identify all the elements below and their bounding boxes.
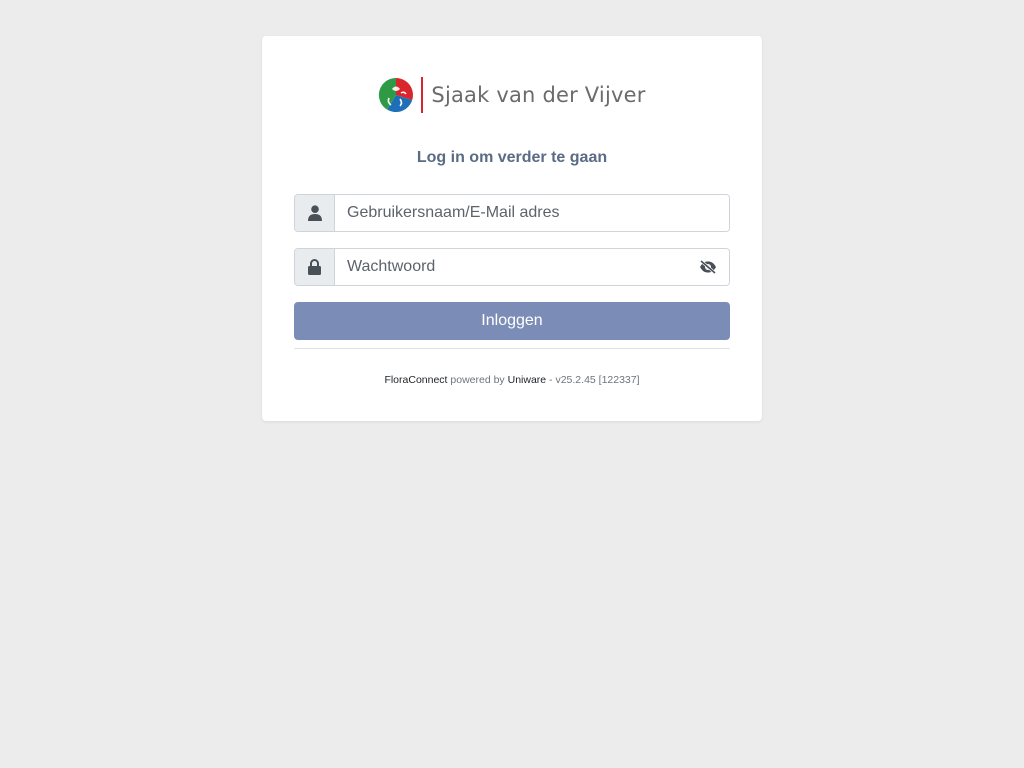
password-field-group xyxy=(294,248,730,286)
login-heading: Log in om verder te gaan xyxy=(416,149,608,166)
eye-slash-icon xyxy=(700,260,716,274)
username-field-group xyxy=(294,194,730,232)
toggle-password-visibility-button[interactable] xyxy=(687,249,729,285)
login-card: Sjaak van der Vijver Log in om verder te… xyxy=(262,36,762,421)
vendor-name: Uniware xyxy=(507,374,547,386)
username-addon xyxy=(295,195,335,231)
login-button[interactable]: Inloggen xyxy=(294,302,730,340)
logo-text: Sjaak van der Vijver xyxy=(431,83,646,107)
company-logo: Sjaak van der Vijver xyxy=(294,76,730,114)
powered-by-text: powered by xyxy=(450,374,505,386)
password-input[interactable] xyxy=(335,249,687,285)
product-name: FloraConnect xyxy=(384,374,448,386)
version-text: - v25.2.45 [122337] xyxy=(549,374,640,386)
divider xyxy=(294,348,730,349)
password-addon xyxy=(295,249,335,285)
username-input[interactable] xyxy=(335,195,729,231)
logo-divider xyxy=(421,77,424,113)
user-icon xyxy=(307,205,322,221)
footer-credits: FloraConnect powered by Uniware - v25.2.… xyxy=(294,374,730,386)
flower-logo-icon xyxy=(379,77,414,113)
lock-icon xyxy=(308,259,321,275)
